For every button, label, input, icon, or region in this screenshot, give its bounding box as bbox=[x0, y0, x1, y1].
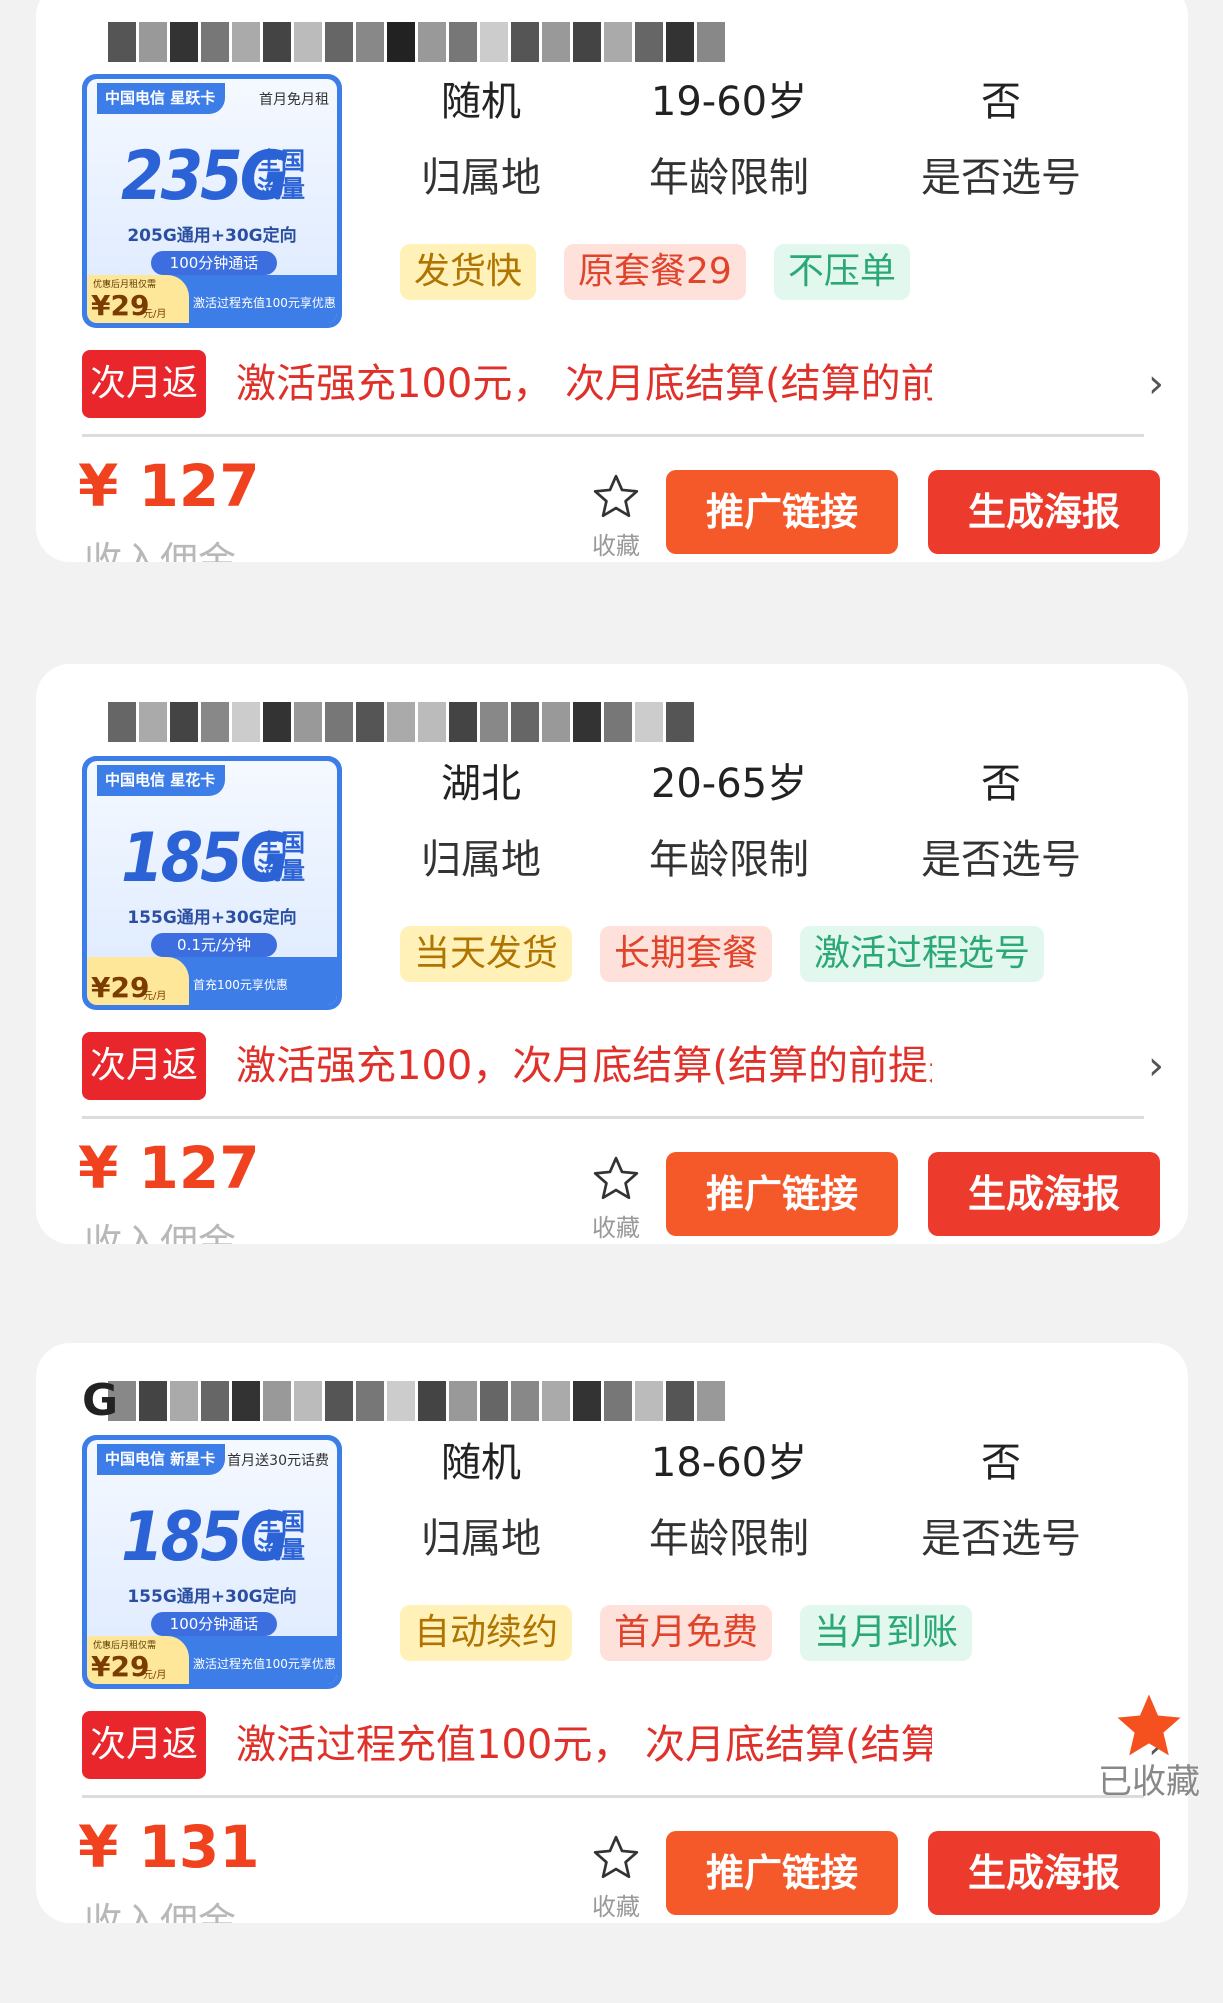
info-region: 湖北 归属地 bbox=[421, 761, 541, 883]
feature-tag: 激活过程选号 bbox=[800, 926, 1045, 982]
thumb-tag: 首月免月租 bbox=[259, 92, 329, 108]
info-number-choice: 否 是否选号 bbox=[921, 79, 1081, 201]
product-thumbnail[interactable]: 中国电信 星跃卡 首月免月租 235G 全国 流量 205G通用+30G定向 1… bbox=[82, 74, 342, 328]
commission-label: 收入佣金 bbox=[84, 1221, 237, 1244]
favorite-button[interactable]: 收藏 bbox=[576, 1833, 656, 1922]
info-number-choice: 否 是否选号 bbox=[921, 761, 1081, 883]
rebate-text: 激活强充100元， 次月底结算(结算的前提是次 bbox=[236, 361, 932, 407]
product-card[interactable]: G 中国电信 新星卡 首月送30元话费 185G 全国 流量 155G通用+30… bbox=[36, 1343, 1188, 1923]
divider bbox=[82, 434, 1144, 437]
star-outline-icon bbox=[593, 1156, 639, 1200]
generate-poster-button[interactable]: 生成海报 bbox=[928, 1831, 1160, 1915]
card-title bbox=[70, 14, 830, 70]
tag-list: 发货快 原套餐29 不压单 bbox=[400, 244, 910, 300]
promo-link-button[interactable]: 推广链接 bbox=[666, 1152, 898, 1236]
title-mosaic bbox=[108, 1381, 725, 1421]
favorite-button[interactable]: 收藏 bbox=[576, 1154, 656, 1243]
card-title: G bbox=[70, 1373, 830, 1429]
info-number-choice: 否 是否选号 bbox=[921, 1440, 1081, 1562]
feature-tag: 当天发货 bbox=[400, 926, 573, 982]
favorite-label: 收藏 bbox=[592, 532, 640, 560]
info-age: 18-60岁 年龄限制 bbox=[649, 1440, 809, 1562]
promo-link-button[interactable]: 推广链接 bbox=[666, 470, 898, 554]
thumb-tag: 首月送30元话费 bbox=[227, 1453, 329, 1469]
thumb-line: 155G通用+30G定向 bbox=[127, 908, 297, 928]
thumb-brand: 中国电信 星花卡 bbox=[97, 765, 226, 796]
thumb-pill: 100分钟通话 bbox=[151, 251, 277, 275]
thumb-line: 205G通用+30G定向 bbox=[127, 226, 297, 246]
feature-tag: 当月到账 bbox=[800, 1605, 973, 1661]
generate-poster-button[interactable]: 生成海报 bbox=[928, 1152, 1160, 1236]
feature-tag: 发货快 bbox=[400, 244, 537, 300]
favorite-label: 收藏 bbox=[592, 1214, 640, 1242]
thumb-bottom-note: 激活过程充值100元享优惠 bbox=[193, 1657, 336, 1671]
commission-amount: ¥ 127 bbox=[78, 1134, 260, 1202]
floating-favorite-button[interactable]: 已收藏 bbox=[1094, 1690, 1204, 1803]
thumb-brand: 中国电信 新星卡 bbox=[97, 1444, 226, 1475]
feature-tag: 自动续约 bbox=[400, 1605, 573, 1661]
divider bbox=[82, 1116, 1144, 1119]
rebate-badge: 次月返 bbox=[82, 1711, 206, 1779]
thumb-brand: 中国电信 星跃卡 bbox=[97, 83, 226, 114]
thumb-bottom-note: 首充100元享优惠 bbox=[193, 978, 288, 992]
info-age: 19-60岁 年龄限制 bbox=[649, 79, 809, 201]
feature-tag: 原套餐29 bbox=[564, 244, 746, 300]
product-card[interactable]: 中国电信 星跃卡 首月免月租 235G 全国 流量 205G通用+30G定向 1… bbox=[36, 0, 1188, 562]
info-region: 随机 归属地 bbox=[421, 1440, 541, 1562]
star-outline-icon bbox=[593, 474, 639, 518]
thumb-side: 全国 流量 bbox=[257, 147, 305, 203]
info-age: 20-65岁 年龄限制 bbox=[649, 761, 809, 883]
thumb-bottom-note: 激活过程充值100元享优惠 bbox=[193, 296, 336, 310]
thumb-side: 全国 流量 bbox=[257, 1508, 305, 1564]
favorite-label: 收藏 bbox=[592, 1893, 640, 1921]
star-filled-icon bbox=[1117, 1694, 1181, 1756]
chevron-right-icon[interactable]: › bbox=[1148, 364, 1164, 404]
title-mosaic bbox=[108, 22, 725, 62]
thumb-price-badge: ¥29 元/月 bbox=[87, 957, 189, 1005]
favorite-button[interactable]: 收藏 bbox=[576, 472, 656, 561]
product-card[interactable]: 中国电信 星花卡 185G 全国 流量 155G通用+30G定向 0.1元/分钟… bbox=[36, 664, 1188, 1244]
rebate-row[interactable]: 次月返 激活强充100，次月底结算(结算的前提是次月 › bbox=[82, 1028, 1182, 1104]
promo-link-button[interactable]: 推广链接 bbox=[666, 1831, 898, 1915]
rebate-text: 激活强充100，次月底结算(结算的前提是次月 bbox=[236, 1043, 932, 1089]
info-region: 随机 归属地 bbox=[421, 79, 541, 201]
floating-favorite-label: 已收藏 bbox=[1098, 1762, 1200, 1802]
divider bbox=[82, 1795, 1144, 1798]
product-thumbnail[interactable]: 中国电信 星花卡 185G 全国 流量 155G通用+30G定向 0.1元/分钟… bbox=[82, 756, 342, 1010]
commission-label: 收入佣金 bbox=[84, 539, 237, 562]
thumb-line: 155G通用+30G定向 bbox=[127, 1587, 297, 1607]
title-mosaic bbox=[108, 702, 694, 742]
feature-tag: 不压单 bbox=[773, 244, 910, 300]
rebate-badge: 次月返 bbox=[82, 1032, 206, 1100]
product-thumbnail[interactable]: 中国电信 新星卡 首月送30元话费 185G 全国 流量 155G通用+30G定… bbox=[82, 1435, 342, 1689]
tag-list: 自动续约 首月免费 当月到账 bbox=[400, 1605, 973, 1661]
feature-tag: 长期套餐 bbox=[600, 926, 773, 982]
chevron-right-icon[interactable]: › bbox=[1148, 1046, 1164, 1086]
commission-amount: ¥ 131 bbox=[78, 1813, 260, 1881]
card-title bbox=[70, 694, 830, 750]
thumb-price-badge: 优惠后月租仅需 ¥29 元/月 bbox=[87, 1636, 189, 1684]
thumb-price-badge: 优惠后月租仅需 ¥29 元/月 bbox=[87, 275, 189, 323]
rebate-row[interactable]: 次月返 激活过程充值100元， 次月底结算(结算的前提 › bbox=[82, 1707, 1182, 1783]
commission-amount: ¥ 127 bbox=[78, 452, 260, 520]
tag-list: 当天发货 长期套餐 激活过程选号 bbox=[400, 926, 1045, 982]
star-outline-icon bbox=[593, 1835, 639, 1879]
generate-poster-button[interactable]: 生成海报 bbox=[928, 470, 1160, 554]
thumb-pill: 0.1元/分钟 bbox=[151, 933, 277, 957]
rebate-text: 激活过程充值100元， 次月底结算(结算的前提 bbox=[236, 1722, 932, 1768]
feature-tag: 首月免费 bbox=[600, 1605, 773, 1661]
commission-label: 收入佣金 bbox=[84, 1900, 237, 1923]
rebate-badge: 次月返 bbox=[82, 350, 206, 418]
thumb-pill: 100分钟通话 bbox=[151, 1612, 277, 1636]
thumb-side: 全国 流量 bbox=[257, 829, 305, 885]
card-title-initial: G bbox=[82, 1375, 119, 1426]
rebate-row[interactable]: 次月返 激活强充100元， 次月底结算(结算的前提是次 › bbox=[82, 346, 1182, 422]
